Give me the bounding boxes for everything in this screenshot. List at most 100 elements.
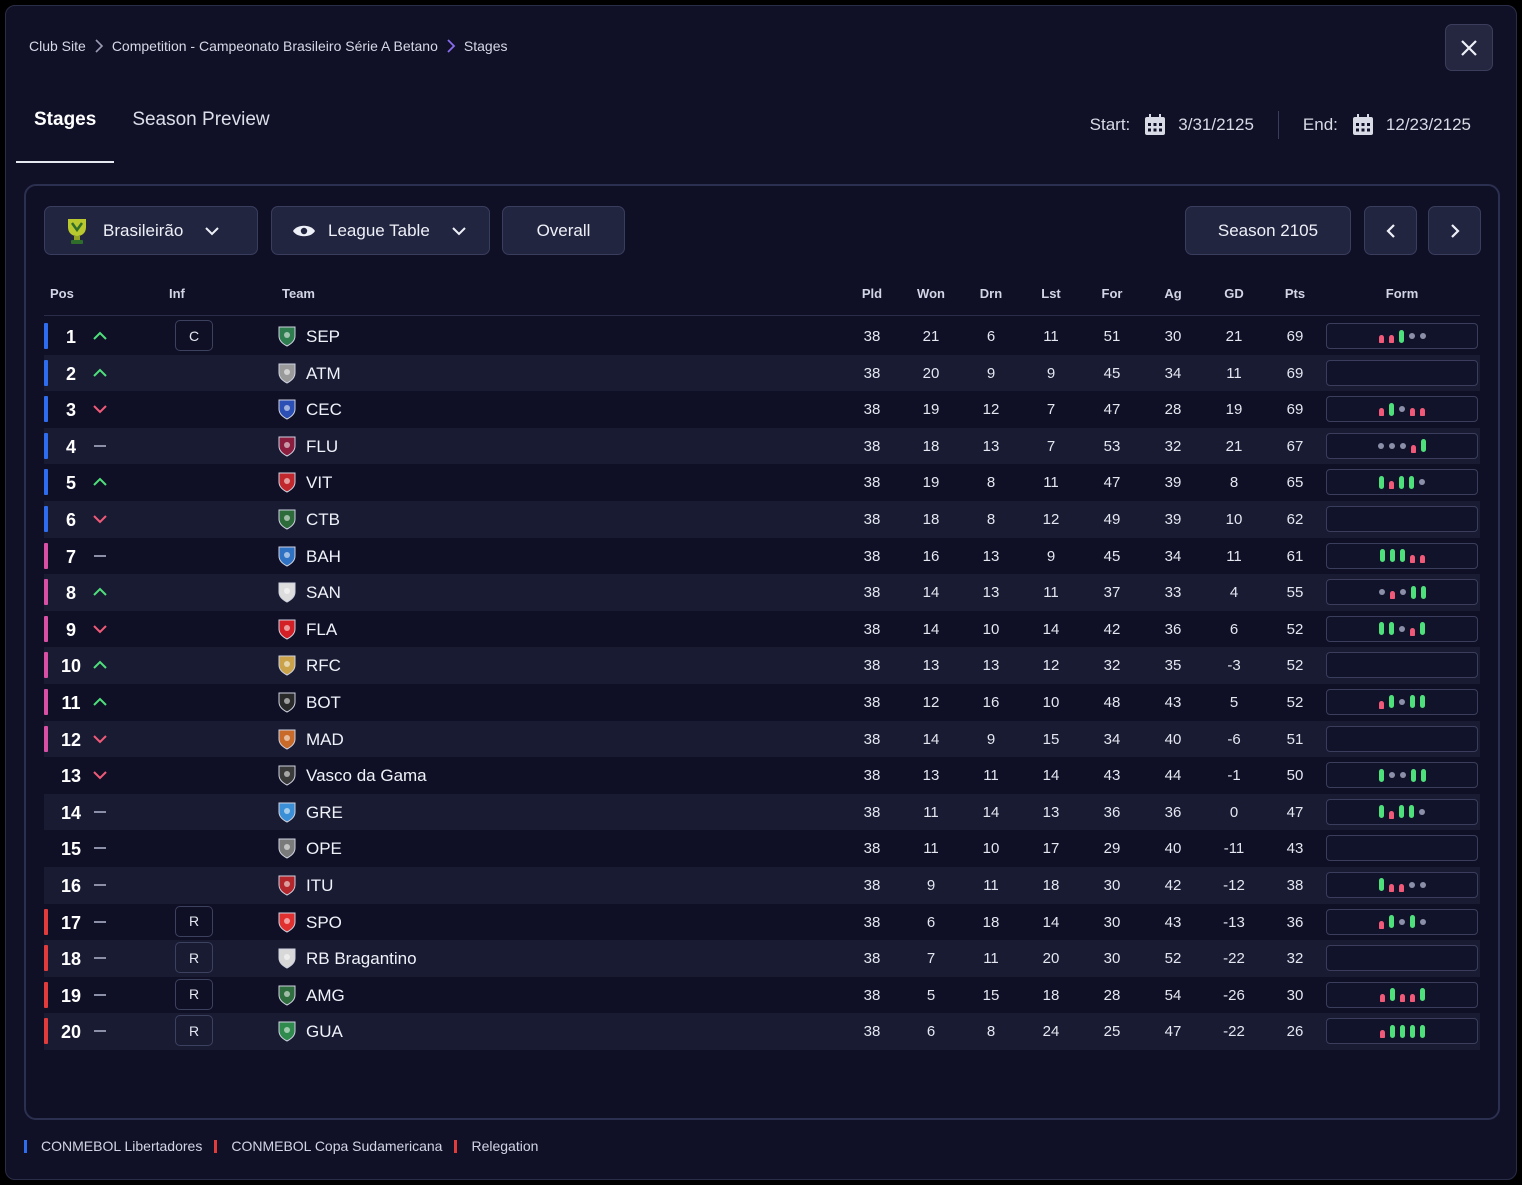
team-crest-icon[interactable] (276, 508, 298, 530)
team-crest-icon[interactable] (276, 911, 298, 933)
col-ag[interactable]: Ag (1153, 286, 1193, 301)
team-name[interactable]: CTB (306, 510, 340, 530)
team-crest-icon[interactable] (276, 471, 298, 493)
table-row[interactable]: 11 BOT 38 12 16 10 48 43 5 52 (44, 684, 1480, 721)
team-name[interactable]: GRE (306, 803, 343, 823)
team-crest-icon[interactable] (276, 874, 298, 896)
team-crest-icon[interactable] (276, 764, 298, 786)
team-crest-icon[interactable] (276, 362, 298, 384)
team-name[interactable]: SEP (306, 327, 340, 347)
team-name[interactable]: GUA (306, 1022, 343, 1042)
team-name[interactable]: BOT (306, 693, 341, 713)
table-row[interactable]: 5 VIT 38 19 8 11 47 39 8 65 (44, 464, 1480, 501)
col-pts[interactable]: Pts (1275, 286, 1315, 301)
form-loss-marker (1398, 883, 1404, 892)
view-dropdown[interactable]: League Table (271, 206, 490, 255)
team-crest-icon[interactable] (276, 654, 298, 676)
team-name[interactable]: CEC (306, 400, 342, 420)
team-crest-icon[interactable] (276, 545, 298, 567)
team-crest-icon[interactable] (276, 801, 298, 823)
table-row[interactable]: 13 Vasco da Gama 38 13 11 14 43 44 -1 50 (44, 757, 1480, 794)
breadcrumb-competition[interactable]: Competition - Campeonato Brasileiro Séri… (112, 38, 438, 54)
team-name[interactable]: RFC (306, 656, 341, 676)
form-indicator (1326, 945, 1478, 972)
date-range: Start: 3/31/2125 End: 12/23/2125 (1090, 111, 1471, 139)
team-crest-icon[interactable] (276, 1020, 298, 1042)
table-row[interactable]: 1 C SEP 38 21 6 11 51 30 21 69 (44, 318, 1480, 355)
team-crest-icon[interactable] (276, 947, 298, 969)
team-name[interactable]: BAH (306, 547, 341, 567)
table-row[interactable]: 19 R AMG 38 5 15 18 28 54 -26 30 (44, 977, 1480, 1014)
next-season-button[interactable] (1428, 206, 1481, 255)
col-team[interactable]: Team (282, 286, 315, 301)
table-row[interactable]: 15 OPE 38 11 10 17 29 40 -11 43 (44, 830, 1480, 867)
col-gd[interactable]: GD (1214, 286, 1254, 301)
col-drn[interactable]: Drn (971, 286, 1011, 301)
table-row[interactable]: 4 FLU 38 18 13 7 53 32 21 67 (44, 427, 1480, 465)
table-row[interactable]: 3 CEC 38 19 12 7 47 28 19 69 (44, 391, 1480, 428)
calendar-icon[interactable] (1144, 114, 1166, 136)
tab-stages[interactable]: Stages (16, 106, 115, 163)
overall-button[interactable]: Overall (502, 206, 625, 255)
stat-ag: 34 (1164, 364, 1182, 382)
team-crest-icon[interactable] (276, 728, 298, 750)
table-row[interactable]: 17 R SPO 38 6 18 14 30 43 -13 36 (44, 904, 1480, 941)
competition-dropdown[interactable]: Brasileirão (44, 206, 258, 255)
table-row[interactable]: 9 FLA 38 14 10 14 42 36 6 52 (44, 611, 1480, 648)
col-pos[interactable]: Pos (50, 286, 74, 301)
table-row[interactable]: 16 ITU 38 9 11 18 30 42 -12 38 (44, 866, 1480, 904)
team-name[interactable]: SAN (306, 583, 341, 603)
position: 5 (65, 473, 76, 494)
table-row[interactable]: 10 RFC 38 13 13 12 32 35 -3 52 (44, 647, 1480, 684)
stat-ag: 33 (1164, 584, 1182, 602)
table-row[interactable]: 6 CTB 38 18 8 12 49 39 10 62 (44, 500, 1480, 538)
team-name[interactable]: Vasco da Gama (306, 766, 427, 786)
team-name[interactable]: MAD (306, 730, 344, 750)
close-button[interactable] (1445, 24, 1493, 71)
team-name[interactable]: VIT (306, 473, 332, 493)
team-name[interactable]: OPE (306, 839, 342, 859)
team-crest-icon[interactable] (276, 618, 298, 640)
team-name[interactable]: SPO (306, 913, 342, 933)
table-row[interactable]: 8 SAN 38 14 13 11 37 33 4 55 (44, 574, 1480, 611)
col-won[interactable]: Won (911, 286, 951, 301)
position: 7 (65, 546, 76, 567)
calendar-icon[interactable] (1352, 114, 1374, 136)
table-row[interactable]: 7 BAH 38 16 13 9 45 34 11 61 (44, 538, 1480, 575)
stat-drn: 10 (982, 840, 1000, 858)
team-crest-icon[interactable] (276, 581, 298, 603)
col-lst[interactable]: Lst (1031, 286, 1071, 301)
table-row[interactable]: 2 ATM 38 20 9 9 45 34 11 69 (44, 354, 1480, 392)
team-name[interactable]: FLA (306, 620, 337, 640)
legend-swatch (214, 1139, 218, 1153)
team-crest-icon[interactable] (276, 435, 298, 457)
team-crest-icon[interactable] (276, 837, 298, 859)
form-loss-marker (1379, 1030, 1385, 1039)
form-draw-marker (1399, 698, 1405, 705)
stat-won: 6 (926, 1023, 936, 1041)
team-name[interactable]: ITU (306, 876, 333, 896)
form-loss-marker (1388, 335, 1394, 343)
team-name[interactable]: ATM (306, 364, 341, 384)
previous-season-button[interactable] (1364, 206, 1417, 255)
table-row[interactable]: 14 GRE 38 11 14 13 36 36 0 47 (44, 793, 1480, 831)
team-name[interactable]: FLU (306, 437, 338, 457)
team-crest-icon[interactable] (276, 325, 298, 347)
table-row[interactable]: 18 R RB Bragantino 38 7 11 20 30 52 -22 32 (44, 940, 1480, 977)
legend-item: CONMEBOL Copa Sudamericana (214, 1138, 442, 1154)
season-selector[interactable]: Season 2105 (1185, 206, 1351, 255)
table-row[interactable]: 12 MAD 38 14 9 15 34 40 -6 51 (44, 720, 1480, 758)
team-name[interactable]: RB Bragantino (306, 949, 417, 969)
team-name[interactable]: AMG (306, 986, 345, 1006)
stat-pld: 38 (863, 620, 881, 638)
tab-season-preview[interactable]: Season Preview (114, 106, 287, 163)
col-for[interactable]: For (1092, 286, 1132, 301)
breadcrumb-club-site[interactable]: Club Site (29, 38, 86, 54)
col-inf[interactable]: Inf (169, 286, 185, 301)
col-pld[interactable]: Pld (852, 286, 892, 301)
table-row[interactable]: 20 R GUA 38 6 8 24 25 47 -22 26 (44, 1013, 1480, 1050)
team-crest-icon[interactable] (276, 398, 298, 420)
team-crest-icon[interactable] (276, 984, 298, 1006)
team-crest-icon[interactable] (276, 691, 298, 713)
stat-lst: 11 (1043, 474, 1059, 492)
